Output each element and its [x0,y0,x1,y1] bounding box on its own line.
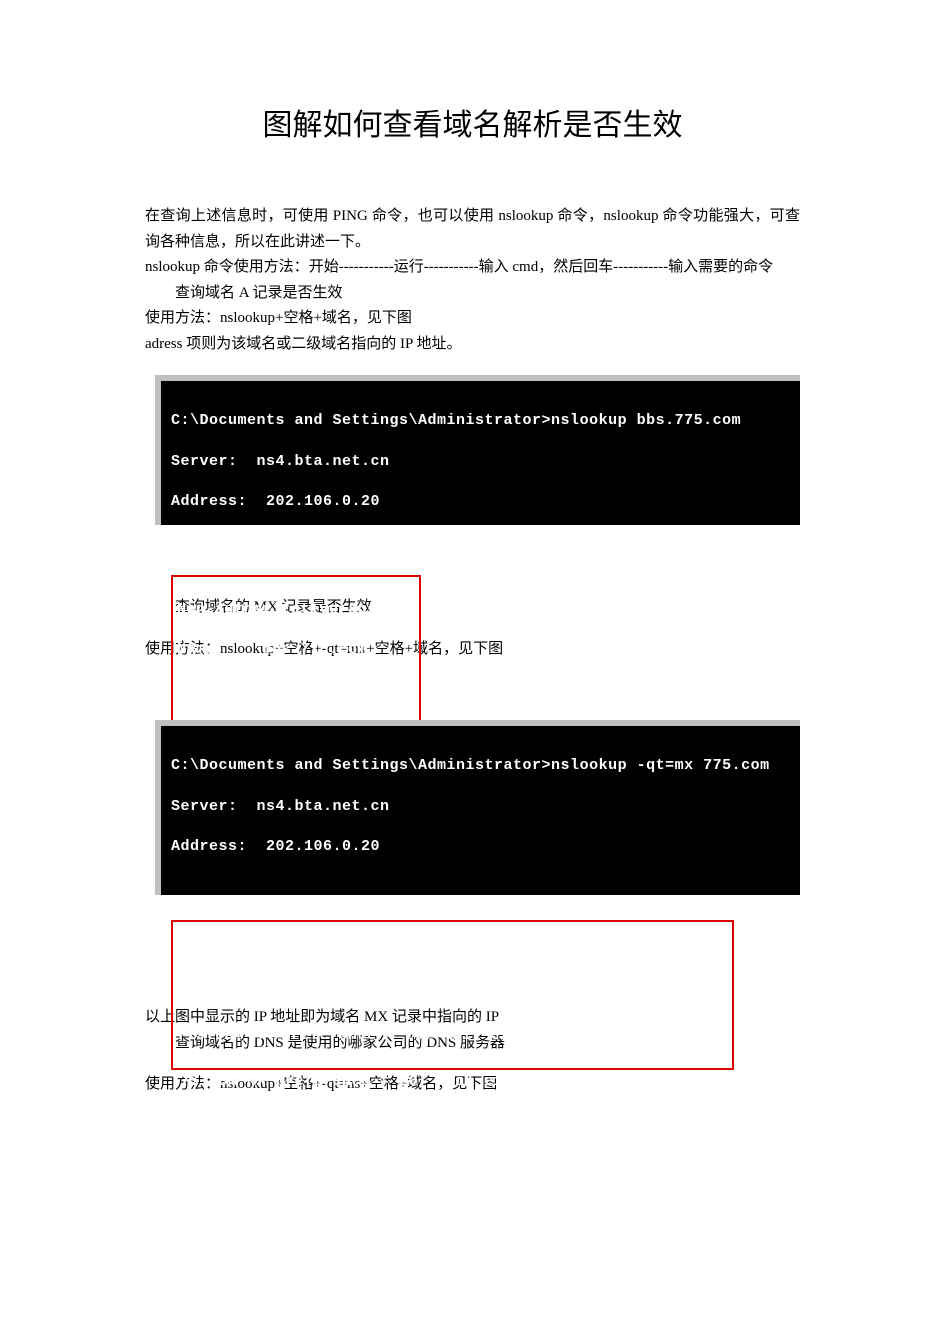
term2-line2: Server: ns4.bta.net.cn [171,797,790,817]
term2-highlight: Non-authoritative answer: 775.com MX pre… [171,920,734,1070]
term2-line1: C:\Documents and Settings\Administrator>… [171,756,790,776]
term1-highlight: Non-authoritative answer: Name: bbs.775.… [171,575,421,725]
terminal-screenshot-1: C:\Documents and Settings\Administrator>… [155,375,800,525]
note-address: adress 项则为该域名或二级域名指向的 IP 地址。 [145,332,800,358]
usage-a-record: 使用方法：nslookup+空格+域名，见下图 [145,306,800,332]
heading-a-record: 查询域名 A 记录是否生效 [145,281,800,307]
term1-line1: C:\Documents and Settings\Administrator>… [171,411,790,431]
term2-line5: 775.com MX preference = 20, mail exchang… [171,1113,790,1133]
term1-box-line3: Address: 61.233.40.244 [177,681,415,701]
term1-box-line1: Non-authoritative answer: [177,600,415,620]
term1-box-line2: Name: bbs.775.com [177,640,415,660]
term1-blank [171,533,790,553]
term2-box-line3: 775.com MX preference = 20, mail exchang… [177,1026,728,1046]
term2-box-line2: 775.com MX preference = 20, mail exchang… [177,985,728,1005]
term1-line3: Address: 202.106.0.20 [171,492,790,512]
term2-box-line1: Non-authoritative answer: [177,945,728,965]
term2-blank [171,878,790,898]
terminal-screenshot-2: C:\Documents and Settings\Administrator>… [155,720,800,895]
term2-line3: Address: 202.106.0.20 [171,837,790,857]
paragraph-intro-2: nslookup 命令使用方法：开始-----------运行---------… [145,255,800,281]
term2-line4: 775.com MX preference = 20, mail exchang… [171,1072,790,1092]
paragraph-intro-1: 在查询上述信息时，可使用 PING 命令，也可以使用 nslookup 命令，n… [145,204,800,255]
term1-line2: Server: ns4.bta.net.cn [171,452,790,472]
page-title: 图解如何查看域名解析是否生效 [145,100,800,144]
